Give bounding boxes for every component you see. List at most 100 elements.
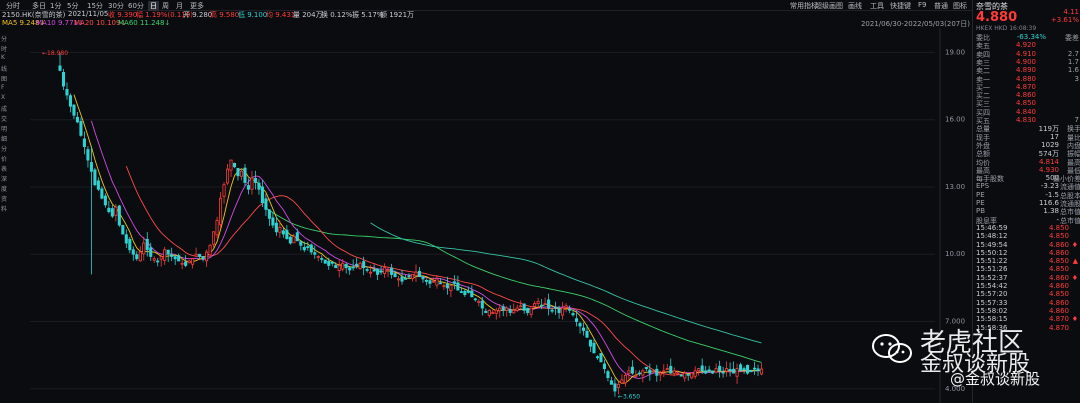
- candle-body[interactable]: [613, 383, 617, 392]
- candle-body[interactable]: [330, 261, 334, 264]
- candle-body[interactable]: [711, 370, 715, 374]
- candle-body[interactable]: [700, 365, 704, 372]
- candle-body[interactable]: [435, 278, 439, 286]
- candle-body[interactable]: [72, 104, 76, 116]
- candle-body[interactable]: [414, 271, 418, 277]
- candle-body[interactable]: [466, 290, 470, 293]
- candle-body[interactable]: [669, 365, 673, 374]
- candle-body[interactable]: [606, 371, 610, 378]
- tool-5[interactable]: F9: [918, 1, 926, 9]
- candle-body[interactable]: [554, 306, 558, 309]
- candle-body[interactable]: [620, 379, 624, 384]
- candle-body[interactable]: [58, 65, 62, 71]
- candle-body[interactable]: [494, 309, 498, 314]
- candle-body[interactable]: [163, 249, 167, 261]
- candle-body[interactable]: [334, 264, 338, 269]
- candle-body[interactable]: [138, 251, 142, 262]
- side-tab-char[interactable]: 深: [1, 174, 7, 183]
- side-tab-char[interactable]: 线: [1, 64, 7, 73]
- candle-body[interactable]: [662, 370, 666, 373]
- candle-body[interactable]: [117, 205, 121, 226]
- candle-body[interactable]: [578, 323, 582, 327]
- candle-body[interactable]: [637, 372, 641, 375]
- candle-body[interactable]: [519, 305, 523, 308]
- candle-body[interactable]: [756, 368, 760, 372]
- candle-body[interactable]: [358, 262, 362, 270]
- candle-body[interactable]: [369, 271, 373, 274]
- candle-body[interactable]: [602, 363, 606, 370]
- candle-body[interactable]: [557, 308, 561, 313]
- candle-body[interactable]: [732, 368, 736, 374]
- candle-body[interactable]: [103, 195, 107, 206]
- candle-body[interactable]: [225, 168, 230, 184]
- candle-body[interactable]: [651, 370, 655, 373]
- candle-body[interactable]: [749, 370, 753, 373]
- candle-body[interactable]: [400, 276, 404, 282]
- candle-body[interactable]: [313, 252, 317, 255]
- candle-body[interactable]: [145, 238, 149, 251]
- candle-body[interactable]: [550, 309, 554, 312]
- candle-body[interactable]: [243, 167, 247, 183]
- candle-body[interactable]: [355, 263, 359, 266]
- candle-body[interactable]: [505, 307, 509, 311]
- candle-body[interactable]: [752, 367, 757, 370]
- candle-body[interactable]: [180, 262, 184, 265]
- candle-body[interactable]: [383, 267, 387, 274]
- candle-body[interactable]: [735, 368, 739, 377]
- candle-body[interactable]: [644, 366, 648, 370]
- candle-body[interactable]: [679, 374, 683, 377]
- side-tab-char[interactable]: 料: [1, 204, 7, 213]
- candle-body[interactable]: [100, 188, 104, 199]
- candle-body[interactable]: [417, 270, 422, 278]
- candle-body[interactable]: [260, 186, 264, 204]
- candle-body[interactable]: [229, 159, 233, 171]
- candle-body[interactable]: [581, 327, 586, 331]
- candle-body[interactable]: [547, 299, 551, 309]
- candle-body[interactable]: [676, 372, 680, 375]
- candle-body[interactable]: [655, 368, 659, 376]
- candle-body[interactable]: [222, 184, 226, 197]
- candle-body[interactable]: [316, 256, 320, 258]
- side-tab-char[interactable]: 交: [1, 114, 7, 123]
- candle-body[interactable]: [515, 307, 519, 311]
- candle-body[interactable]: [205, 251, 209, 262]
- candle-body[interactable]: [348, 267, 352, 271]
- candle-body[interactable]: [707, 369, 711, 372]
- candle-body[interactable]: [456, 282, 460, 291]
- candle-body[interactable]: [173, 256, 177, 260]
- candle-body[interactable]: [110, 208, 114, 217]
- candle-body[interactable]: [718, 365, 722, 372]
- candle-body[interactable]: [302, 246, 306, 251]
- candle-body[interactable]: [274, 222, 278, 233]
- candle-body[interactable]: [187, 260, 191, 264]
- candle-body[interactable]: [693, 370, 697, 377]
- candle-body[interactable]: [212, 231, 216, 245]
- candle-body[interactable]: [149, 247, 153, 257]
- candle-body[interactable]: [498, 307, 502, 312]
- candle-body[interactable]: [428, 280, 432, 284]
- candle-body[interactable]: [320, 258, 324, 260]
- side-tab-char[interactable]: 价: [1, 154, 7, 163]
- candle-body[interactable]: [208, 244, 212, 256]
- candle-body[interactable]: [65, 88, 69, 96]
- candle-body[interactable]: [397, 278, 401, 281]
- candle-body[interactable]: [641, 370, 645, 376]
- candle-body[interactable]: [421, 276, 425, 280]
- candle-body[interactable]: [463, 290, 467, 296]
- candle-body[interactable]: [480, 300, 484, 309]
- candle-body[interactable]: [191, 258, 195, 265]
- candle-body[interactable]: [198, 253, 202, 257]
- candle-body[interactable]: [725, 368, 729, 372]
- candle-body[interactable]: [79, 121, 83, 136]
- candle-body[interactable]: [351, 266, 355, 269]
- candle-body[interactable]: [665, 368, 669, 371]
- candle-body[interactable]: [86, 149, 90, 161]
- candle-body[interactable]: [142, 242, 146, 255]
- candle-body[interactable]: [728, 369, 732, 372]
- candle-body[interactable]: [128, 239, 132, 251]
- candle-body[interactable]: [257, 182, 261, 190]
- candle-body[interactable]: [82, 138, 86, 148]
- candle-body[interactable]: [501, 306, 505, 311]
- candle-body[interactable]: [264, 198, 268, 210]
- candle-body[interactable]: [376, 268, 380, 275]
